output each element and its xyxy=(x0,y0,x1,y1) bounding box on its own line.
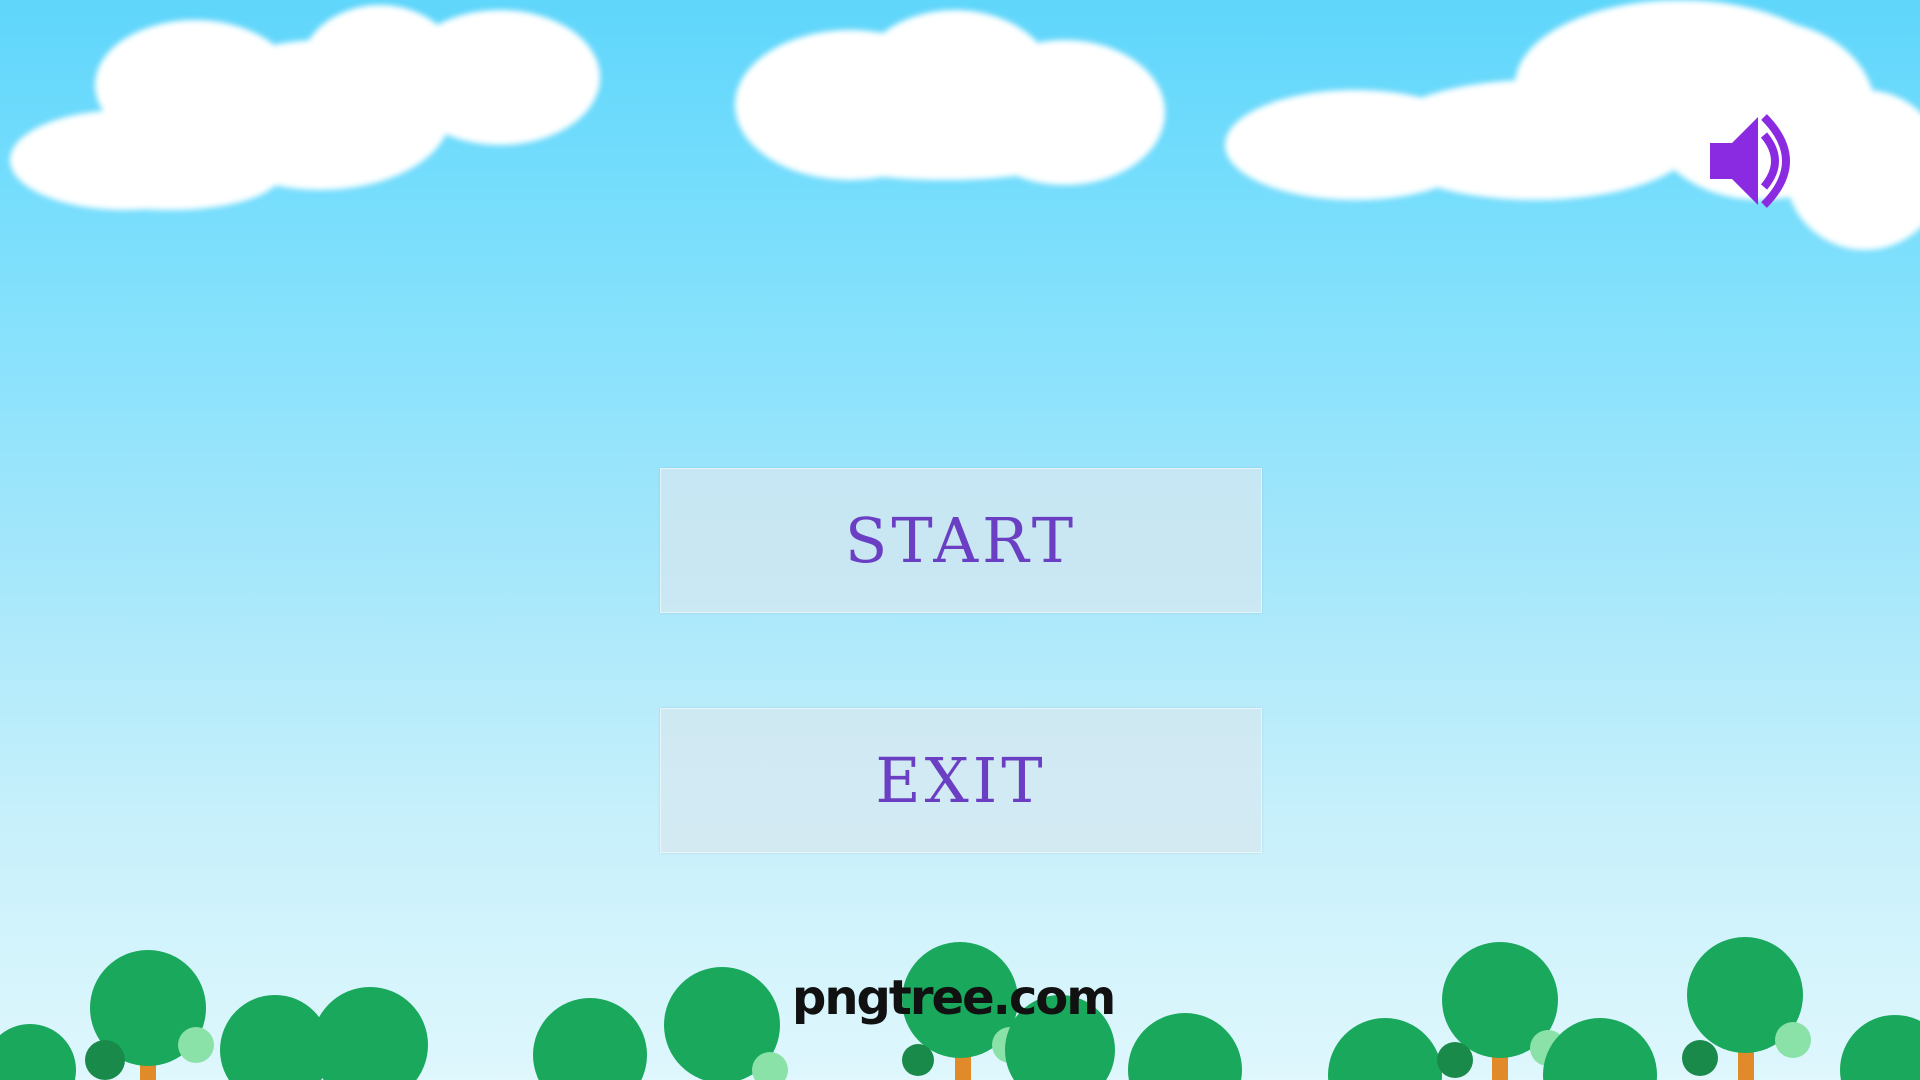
speaker-volume-icon xyxy=(1710,114,1790,208)
cloud-center xyxy=(735,0,1175,200)
tree xyxy=(85,950,214,1080)
tree xyxy=(1543,1018,1657,1080)
tree xyxy=(1328,1018,1442,1080)
start-button[interactable]: START xyxy=(660,468,1262,613)
watermark: pngtree.com xyxy=(792,970,1116,1026)
tree xyxy=(1128,1013,1242,1080)
game-main-menu: START EXIT pngtree.com xyxy=(0,0,1920,1080)
tree xyxy=(312,987,428,1080)
tree xyxy=(664,967,788,1080)
cloud-left xyxy=(0,0,620,220)
start-button-label: START xyxy=(844,504,1078,577)
tree xyxy=(1682,937,1811,1080)
exit-button-label: EXIT xyxy=(875,744,1047,817)
tree xyxy=(533,998,647,1080)
sound-toggle-button[interactable] xyxy=(1708,113,1808,213)
watermark-text: pngtree.com xyxy=(792,970,1116,1026)
tree xyxy=(1840,1015,1920,1080)
cloud-right xyxy=(1225,0,1920,260)
tree xyxy=(0,1024,76,1080)
exit-button[interactable]: EXIT xyxy=(660,708,1262,853)
